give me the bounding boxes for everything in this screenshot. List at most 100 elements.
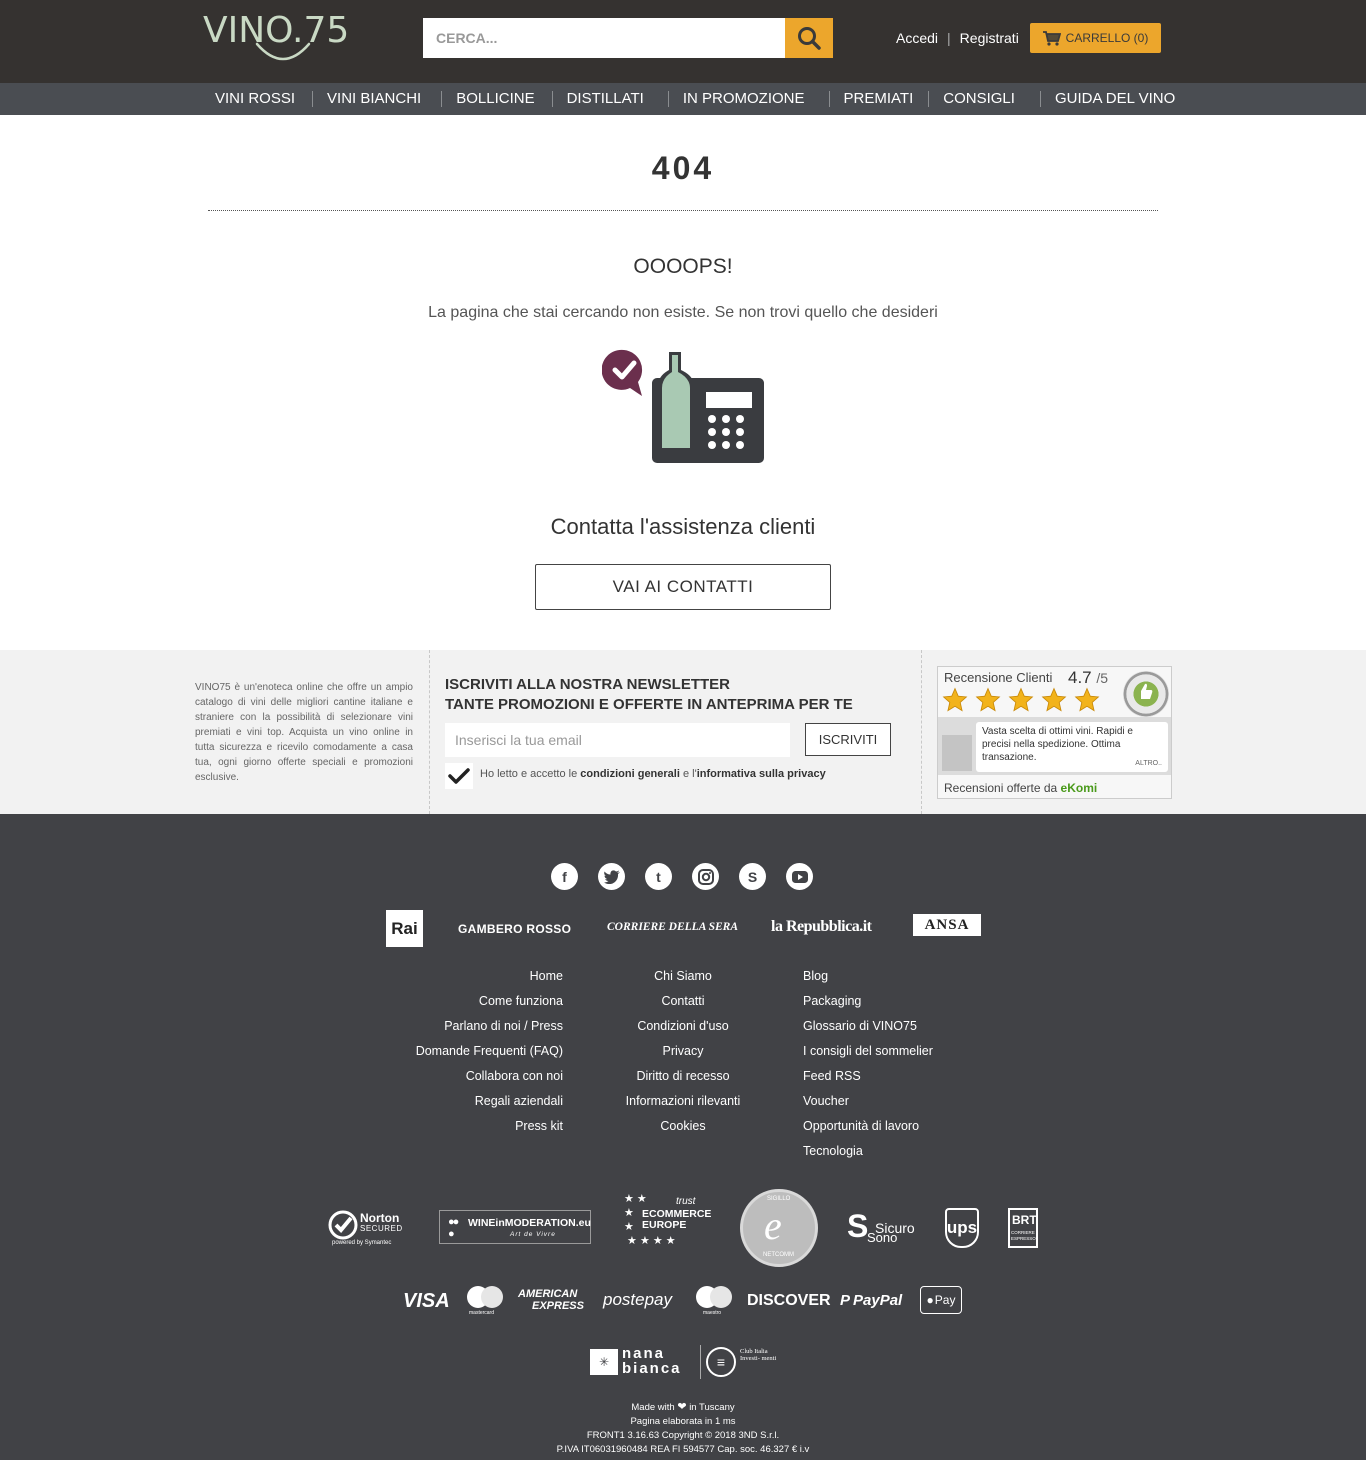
star-icon <box>975 687 1001 712</box>
footer-link[interactable]: Packaging <box>803 989 933 1014</box>
footer-link[interactable]: Privacy <box>583 1039 783 1064</box>
wine-in-moderation-badge[interactable]: WINEinMODERATION.eu Art de Vivre ●● ● <box>439 1210 591 1244</box>
ekomi-brand[interactable]: eKomi <box>1061 781 1098 795</box>
amex-line1: AMERICAN <box>518 1288 578 1300</box>
privacy-policy-link[interactable]: informativa sulla privacy <box>697 768 826 780</box>
footer-link[interactable]: Informazioni rilevanti <box>583 1089 783 1114</box>
youtube-icon[interactable] <box>786 863 813 890</box>
terms-link[interactable]: condizioni generali <box>580 768 680 780</box>
skype-icon[interactable]: S <box>739 863 766 890</box>
credits-tuscany: in Tuscany <box>689 1402 735 1413</box>
login-link[interactable]: Accedi <box>896 30 938 46</box>
payment-methods: VISA mastercard AMERICAN EXPRESS postepa… <box>0 1284 1366 1324</box>
footer-link[interactable]: Chi Siamo <box>583 964 783 989</box>
sicuro-s-icon: S <box>847 1208 869 1244</box>
footer-links-col2: Chi Siamo Contatti Condizioni d'uso Priv… <box>583 964 783 1139</box>
brt-logo: BRT CORRIERE ESPRESSO <box>1008 1208 1038 1248</box>
nav-item-consigli[interactable]: CONSIGLI <box>928 83 1040 115</box>
paypal-p-icon: P <box>840 1292 851 1309</box>
footer-link[interactable]: Parlano di noi / Press <box>416 1014 563 1039</box>
footer-link[interactable]: Press kit <box>416 1114 563 1139</box>
nav-item-guida-del-vino[interactable]: GUIDA DEL VINO <box>1039 83 1190 115</box>
brt-sub: CORRIERE ESPRESSO <box>1011 1230 1036 1241</box>
footer-link[interactable]: I consigli del sommelier <box>803 1039 933 1064</box>
ups-text: ups <box>946 1218 978 1237</box>
press-logo-gambero-rosso: GAMBERO ROSSO <box>458 922 572 936</box>
ekomi-label: Recensione Clienti <box>944 670 1053 685</box>
amex-logo: AMERICAN EXPRESS <box>518 1288 584 1312</box>
press-logo-rai-text: Rai <box>391 918 418 938</box>
footer-link[interactable]: Condizioni d'uso <box>583 1014 783 1039</box>
ekomi-score-of: /5 <box>1096 670 1109 686</box>
nav-item-premiati[interactable]: PREMIATI <box>828 83 929 115</box>
search-input[interactable] <box>423 18 785 58</box>
newsletter-title-line2: TANTE PROMOZIONI E OFFERTE IN ANTEPRIMA … <box>445 696 853 713</box>
nav-item-distillati[interactable]: DISTILLATI <box>551 83 668 115</box>
twitter-icon[interactable] <box>598 863 625 890</box>
mastercard-logo: mastercard <box>467 1286 503 1320</box>
privacy-middle: e l' <box>679 768 697 780</box>
search-button[interactable] <box>785 18 833 58</box>
support-illustration <box>602 349 764 463</box>
footer-link[interactable]: Collabora con noi <box>416 1064 563 1089</box>
tumblr-icon[interactable]: t <box>645 863 672 890</box>
youtube-play-icon <box>791 870 808 883</box>
footer-link[interactable]: Tecnologia <box>803 1139 933 1164</box>
star-icon <box>1008 687 1034 712</box>
site-header: VINO.75 Accedi | Registrati CARRELLO (0) <box>0 0 1366 83</box>
facebook-icon[interactable]: f <box>551 863 578 890</box>
cart-button[interactable]: CARRELLO (0) <box>1030 23 1161 53</box>
instagram-icon[interactable] <box>692 863 719 890</box>
footer-link[interactable]: Glossario di VINO75 <box>803 1014 933 1039</box>
norton-title: Norton <box>360 1211 400 1225</box>
agency-divider <box>700 1345 701 1379</box>
footer-link[interactable]: Regali aziendali <box>416 1089 563 1114</box>
subscribe-button[interactable]: ISCRIVITI <box>805 723 891 756</box>
ekomi-widget[interactable]: Recensione Clienti 4.7 /5 Vasta scelta d… <box>937 666 1172 799</box>
nana-bianca-logo[interactable]: ✳ nana bianca <box>590 1345 695 1379</box>
footer-link[interactable]: Blog <box>803 964 933 989</box>
press-logo-ansa-text: ANSA <box>924 916 970 933</box>
press-logos: Rai GAMBERO ROSSO CORRIERE DELLA SERA la… <box>386 910 986 950</box>
nav-item-in-promozione[interactable]: IN PROMOZIONE <box>667 83 829 115</box>
ecommerce-europe-badge[interactable]: trust ECOMMERCE EUROPE ★ ★ ★ ★ ★ ★ ★ ★ <box>622 1190 712 1266</box>
privacy-checkbox[interactable] <box>445 763 473 789</box>
footer-links-col1: Home Come funziona Parlano di noi / Pres… <box>416 964 563 1139</box>
credits: Made with ❤ in Tuscany Pagina elaborata … <box>0 1400 1366 1457</box>
sicuro-sono-badge[interactable]: S Sicuro Sono <box>847 1206 917 1248</box>
footer-link[interactable]: Opportunità di lavoro <box>803 1114 933 1139</box>
logo[interactable]: VINO.75 <box>203 10 349 68</box>
norton-secured-badge[interactable]: Norton SECURED powered by Symantec <box>328 1208 410 1250</box>
ekomi-more-link[interactable]: ALTRO.. <box>1135 757 1162 770</box>
checkmark-icon <box>448 768 470 784</box>
bianca-text: bianca <box>622 1360 682 1377</box>
nav-item-vini-bianchi[interactable]: VINI BIANCHI <box>312 83 441 115</box>
nav-item-vini-rossi[interactable]: VINI ROSSI <box>200 83 312 115</box>
footer-link[interactable]: Voucher <box>803 1089 933 1114</box>
footer-link[interactable]: Feed RSS <box>803 1064 933 1089</box>
footer-link[interactable]: Cookies <box>583 1114 783 1139</box>
footer-link[interactable]: Diritto di recesso <box>583 1064 783 1089</box>
register-link[interactable]: Registrati <box>960 30 1019 46</box>
newsletter-email-input[interactable] <box>445 723 790 757</box>
footer-link[interactable]: Come funziona <box>416 989 563 1014</box>
contact-button[interactable]: VAI AI CONTATTI <box>535 564 831 610</box>
footer-link[interactable]: Home <box>416 964 563 989</box>
credits-line4: P.IVA IT06031960484 REA FI 594577 Cap. s… <box>556 1444 810 1455</box>
footer-link[interactable]: Domande Frequenti (FAQ) <box>416 1039 563 1064</box>
press-logo-corriere: CORRIERE DELLA SERA <box>607 921 739 933</box>
about-text: VINO75 è un'enoteca online che offre un … <box>195 682 413 783</box>
wim-sub: Art de Vivre <box>510 1231 556 1238</box>
search-bar <box>423 18 833 58</box>
apple-pay-logo: ● Pay <box>920 1286 962 1314</box>
ekomi-score: 4.7 /5 <box>1068 668 1108 688</box>
club-italia-logo[interactable]: ≡ Club Italia Investi- menti <box>706 1347 780 1377</box>
nav-item-bollicine[interactable]: BOLLICINE <box>441 83 551 115</box>
nav-list: VINI ROSSI VINI BIANCHI BOLLICINE DISTIL… <box>200 83 1190 115</box>
netcomm-seal-badge[interactable]: SIGILLO e NETCOMM <box>740 1189 818 1267</box>
footer-link[interactable]: Contatti <box>583 989 783 1014</box>
footer-links: Home Come funziona Parlano di noi / Pres… <box>0 964 1366 1164</box>
visa-logo: VISA <box>403 1290 450 1312</box>
twitter-bird-icon <box>603 869 620 884</box>
main-nav: VINI ROSSI VINI BIANCHI BOLLICINE DISTIL… <box>0 83 1366 115</box>
